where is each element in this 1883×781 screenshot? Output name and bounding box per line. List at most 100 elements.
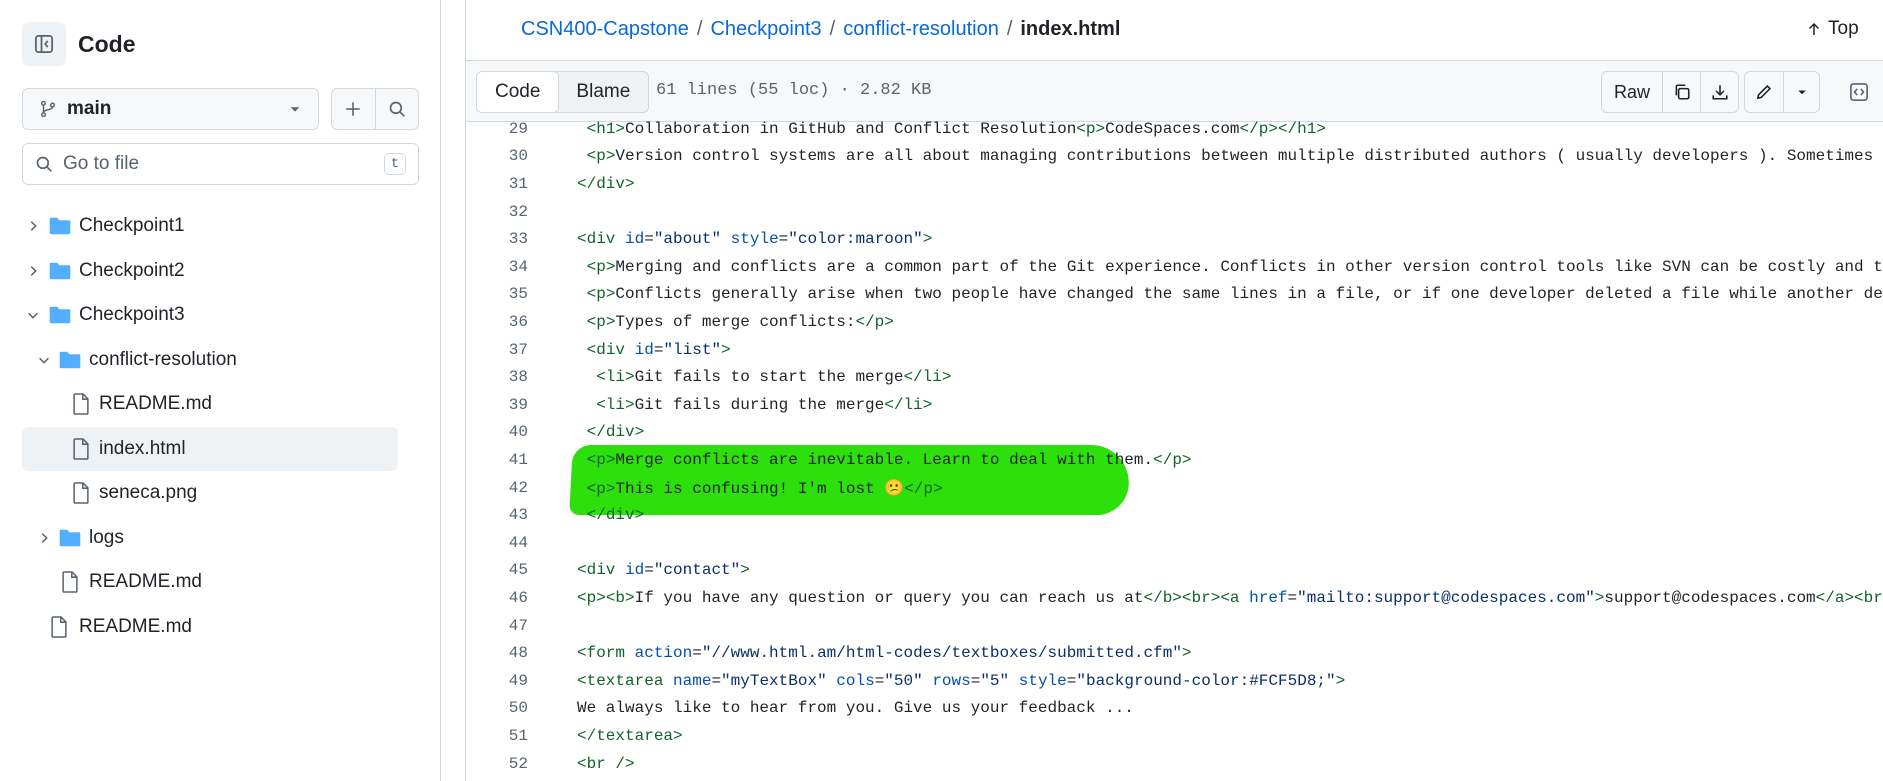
blame-tab[interactable]: Blame (558, 72, 648, 112)
line-number[interactable]: 33 (466, 230, 528, 248)
tree-item-readme-md[interactable]: README.md (22, 560, 398, 604)
tree-item-label: README.md (89, 571, 202, 592)
code-square-icon (1850, 83, 1868, 101)
sidebar-collapse-icon (35, 35, 53, 53)
line-number[interactable]: 48 (466, 644, 528, 662)
code-text: We always like to hear from you. Give us… (577, 699, 1134, 718)
chevron-down-icon[interactable] (25, 307, 41, 323)
code-line: 52 <br /> (466, 750, 1883, 778)
line-number[interactable]: 47 (466, 617, 528, 635)
line-number[interactable]: 39 (466, 396, 528, 414)
folder-icon (49, 305, 71, 325)
edit-file-button[interactable] (1745, 72, 1783, 112)
symbols-panel-button[interactable] (1842, 71, 1876, 113)
tree-item-logs[interactable]: logs (22, 516, 398, 560)
code-line: 35 <p>Conflicts generally arise when two… (466, 281, 1883, 309)
download-raw-button[interactable] (1700, 72, 1738, 112)
code-text: <p>Conflicts generally arise when two pe… (586, 285, 1883, 304)
code-text: <form action="//www.html.am/html-codes/t… (577, 644, 1192, 663)
code-line: 31 </div> (466, 170, 1883, 198)
go-to-file-input[interactable] (63, 153, 384, 175)
add-file-button[interactable] (332, 89, 376, 129)
tree-actions (331, 88, 419, 130)
edit-group (1744, 71, 1820, 113)
chevron-right-icon[interactable] (25, 263, 41, 279)
breadcrumb-repo-link[interactable]: CSN400-Capstone (521, 18, 689, 41)
code-text: <p>Version control systems are all about… (586, 147, 1883, 166)
tree-item-checkpoint1[interactable]: Checkpoint1 (22, 204, 398, 248)
tree-item-checkpoint3[interactable]: Checkpoint3 (22, 293, 398, 337)
code-text: <p>Types of merge conflicts:</p> (586, 312, 894, 331)
search-icon (389, 101, 405, 117)
breadcrumb-folder-link[interactable]: conflict-resolution (843, 18, 999, 41)
chevron-down-icon[interactable] (36, 352, 52, 368)
copy-raw-button[interactable] (1662, 72, 1700, 112)
code-line: 44 (466, 529, 1883, 557)
tree-item-label: README.md (79, 615, 192, 637)
chevron-right-icon[interactable] (36, 530, 52, 546)
chevron-right-icon[interactable] (25, 218, 41, 234)
view-mode-tabs: Code Blame (476, 71, 650, 113)
folder-icon (49, 216, 71, 236)
line-number[interactable]: 37 (466, 341, 528, 359)
code-line: 36 <p>Types of merge conflicts:</p> (466, 308, 1883, 336)
code-text: <p>This is confusing! I'm lost 😕</p> (586, 479, 943, 498)
tree-item-label: Checkpoint3 (79, 304, 185, 325)
go-to-file-search[interactable]: t (22, 143, 419, 185)
code-text: <textarea name="myTextBox" cols="50" row… (577, 671, 1346, 690)
code-line: 40 </div> (466, 419, 1883, 447)
plus-icon (346, 102, 360, 116)
line-number[interactable]: 34 (466, 258, 528, 276)
code-line: 37 <div id="list"> (466, 336, 1883, 364)
sidebar-title: Code (78, 30, 136, 57)
line-number[interactable]: 42 (466, 479, 528, 497)
line-number[interactable]: 44 (466, 534, 528, 552)
line-number[interactable]: 38 (466, 368, 528, 386)
tree-item-readme-md[interactable]: README.md (22, 605, 398, 649)
line-number[interactable]: 52 (466, 755, 528, 773)
code-line: 46 <p><b>If you have any question or quer… (466, 584, 1883, 612)
line-number[interactable]: 36 (466, 313, 528, 331)
line-number[interactable]: 49 (466, 672, 528, 690)
line-number[interactable]: 40 (466, 423, 528, 441)
breadcrumb: CSN400-Capstone / Checkpoint3 / conflict… (521, 18, 1120, 41)
tree-item-checkpoint2[interactable]: Checkpoint2 (22, 249, 398, 293)
branch-selector[interactable]: main (22, 88, 319, 130)
tree-item-label: index.html (99, 437, 186, 459)
tree-item-conflict-resolution[interactable]: conflict-resolution (22, 338, 398, 382)
code-line: 43 </div> (466, 501, 1883, 529)
line-number[interactable]: 35 (466, 285, 528, 303)
line-number[interactable]: 45 (466, 561, 528, 579)
tree-item-label: conflict-resolution (89, 348, 237, 370)
search-code-button[interactable] (376, 89, 419, 129)
tree-item-seneca-png[interactable]: seneca.png (22, 471, 398, 515)
line-number[interactable]: 30 (466, 147, 528, 165)
tree-item-index-html[interactable]: index.html (22, 426, 398, 471)
file-toolbar: Code Blame 61 lines (55 loc) · 2.82 KB R… (466, 60, 1883, 122)
file-info: 61 lines (55 loc) · 2.82 KB (656, 81, 932, 100)
tree-item-readme-md[interactable]: README.md (22, 382, 398, 426)
code-line: 51 </textarea> (466, 722, 1883, 750)
breadcrumb-checkpoint3-link[interactable]: Checkpoint3 (710, 18, 821, 41)
line-number[interactable]: 50 (466, 699, 528, 717)
top-link-label: Top (1828, 18, 1859, 39)
line-number[interactable]: 43 (466, 506, 528, 524)
code-tab[interactable]: Code (477, 72, 560, 112)
raw-button[interactable]: Raw (1602, 72, 1662, 112)
tree-item-label: Checkpoint2 (79, 259, 185, 281)
line-number[interactable]: 32 (466, 203, 528, 221)
edit-options-dropdown[interactable] (1783, 72, 1819, 112)
line-number[interactable]: 31 (466, 175, 528, 193)
tree-item-label: logs (89, 526, 124, 548)
git-branch-icon (40, 100, 56, 118)
line-number[interactable]: 29 (466, 120, 528, 138)
collapse-sidebar-button[interactable] (22, 22, 66, 66)
line-number[interactable]: 51 (466, 727, 528, 745)
back-to-top-link[interactable]: Top (1806, 18, 1859, 40)
code-line: 49 <textarea name="myTextBox" cols="50" r… (466, 667, 1883, 695)
line-number[interactable]: 46 (466, 589, 528, 607)
code-text: </textarea> (577, 726, 683, 745)
line-number[interactable]: 41 (466, 451, 528, 469)
file-icon (72, 482, 90, 504)
sidebar-header: Code (22, 22, 136, 66)
